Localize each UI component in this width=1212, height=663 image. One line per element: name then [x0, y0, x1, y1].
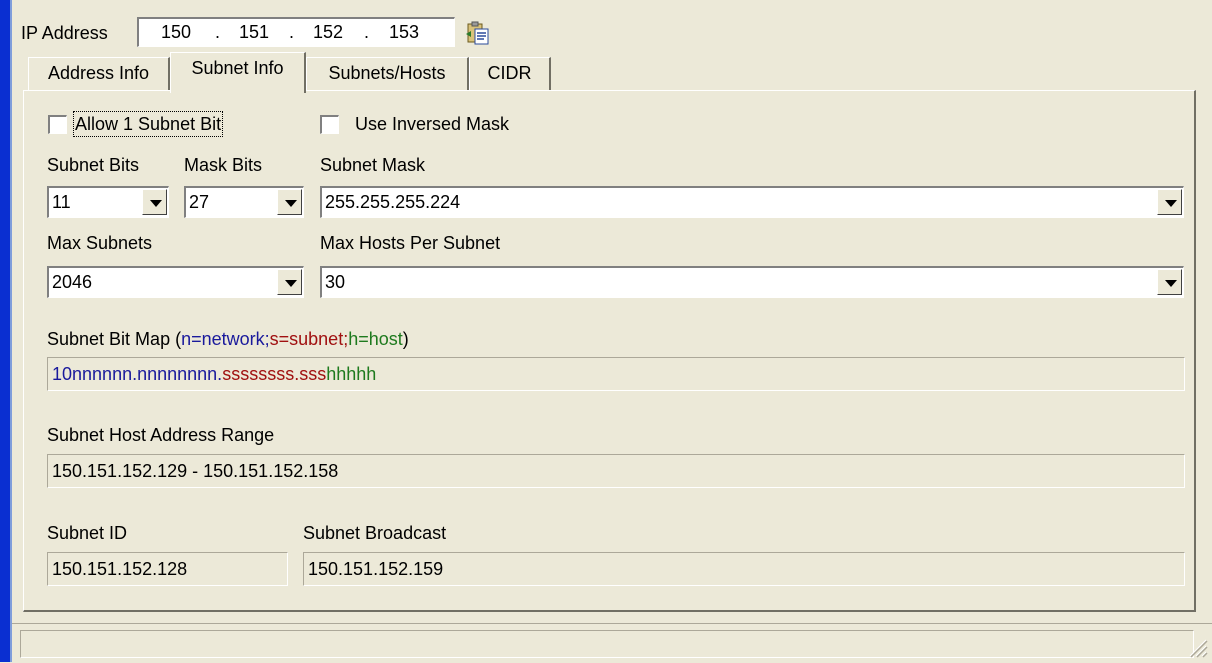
bitmap-host-bits: hhhhh: [326, 364, 377, 384]
tab-cidr[interactable]: CIDR: [469, 57, 551, 90]
bitmap-label-suffix: ): [402, 329, 409, 349]
subnet-broadcast-label: Subnet Broadcast: [303, 523, 447, 543]
ip-octet-4[interactable]: 153: [389, 21, 419, 43]
subnet-bits-combo[interactable]: 11: [47, 186, 169, 218]
ip-dot-1: .: [215, 22, 221, 42]
resize-grip-icon[interactable]: [1186, 636, 1208, 658]
max-subnets-value: 2046: [52, 272, 93, 292]
max-hosts-label: Max Hosts Per Subnet: [320, 233, 501, 253]
ip-address-label: IP Address: [21, 23, 108, 43]
subnet-mask-label: Subnet Mask: [320, 155, 426, 175]
max-hosts-combo[interactable]: 30: [320, 266, 1184, 298]
subnet-bit-map-field: 10nnnnnn.nnnnnnnn.ssssssss.ssshhhhh: [47, 357, 1185, 391]
mask-bits-combo[interactable]: 27: [184, 186, 304, 218]
tab-subnet-info[interactable]: Subnet Info: [170, 52, 306, 93]
clipboard-copy-icon[interactable]: [465, 20, 491, 46]
bitmap-legend-network: n=network;: [181, 329, 270, 349]
subnet-id-label: Subnet ID: [47, 523, 128, 543]
tab-subnets-hosts[interactable]: Subnets/Hosts: [306, 57, 469, 90]
allow-1-subnet-bit-checkbox[interactable]: [48, 115, 67, 134]
subnet-id-value: 150.151.152.128: [52, 559, 188, 579]
host-range-field: 150.151.152.129 - 150.151.152.158: [47, 454, 1185, 488]
host-range-value: 150.151.152.129 - 150.151.152.158: [52, 461, 339, 481]
chevron-down-icon[interactable]: [1157, 189, 1182, 215]
max-hosts-value: 30: [325, 272, 346, 292]
max-subnets-label: Max Subnets: [47, 233, 153, 253]
window-frame-left: [0, 0, 10, 662]
status-pane: [20, 630, 1194, 658]
tab-address-info[interactable]: Address Info: [28, 57, 170, 90]
subnet-bits-label: Subnet Bits: [47, 155, 140, 175]
mask-bits-value: 27: [189, 192, 210, 212]
ip-octet-3[interactable]: 152: [313, 21, 343, 43]
chevron-down-icon[interactable]: [142, 189, 167, 215]
window-frame-left-highlight: [10, 0, 12, 662]
chevron-down-icon[interactable]: [277, 269, 302, 295]
subnet-bit-map-label: Subnet Bit Map (n=network;s=subnet;h=hos…: [47, 328, 409, 350]
mask-bits-label: Mask Bits: [184, 155, 263, 175]
chevron-down-icon[interactable]: [277, 189, 302, 215]
subnet-mask-combo[interactable]: 255.255.255.224: [320, 186, 1184, 218]
subnet-broadcast-value: 150.151.152.159: [308, 559, 444, 579]
subnet-bit-map-value: 10nnnnnn.nnnnnnnn.ssssssss.ssshhhhh: [52, 363, 376, 385]
subnet-broadcast-field: 150.151.152.159: [303, 552, 1185, 586]
max-subnets-combo[interactable]: 2046: [47, 266, 304, 298]
use-inversed-mask-checkbox[interactable]: [320, 115, 339, 134]
subnet-mask-value: 255.255.255.224: [325, 192, 461, 212]
chevron-down-icon[interactable]: [1157, 269, 1182, 295]
use-inversed-mask-label[interactable]: Use Inversed Mask: [355, 113, 509, 135]
bitmap-label-prefix: Subnet Bit Map (: [47, 329, 182, 349]
bitmap-legend-subnet: s=subnet;: [269, 329, 349, 349]
ip-octet-1[interactable]: 150: [161, 21, 191, 43]
subnet-bits-value: 11: [52, 192, 71, 212]
status-bar: [12, 623, 1212, 662]
ip-address-field[interactable]: 150 . 151 . 152 . 153: [137, 17, 455, 47]
bitmap-subnet-bits: ssssssss.sss: [222, 364, 327, 384]
bitmap-network-bits: 10nnnnnn.nnnnnnnn.: [52, 364, 223, 384]
host-range-label: Subnet Host Address Range: [47, 425, 275, 445]
allow-1-subnet-bit-label[interactable]: Allow 1 Subnet Bit: [72, 111, 224, 137]
ip-dot-3: .: [364, 22, 370, 42]
bitmap-legend-host: h=host: [348, 329, 403, 349]
ip-dot-2: .: [289, 22, 295, 42]
ip-octet-2[interactable]: 151: [239, 21, 269, 43]
subnet-id-field: 150.151.152.128: [47, 552, 288, 586]
